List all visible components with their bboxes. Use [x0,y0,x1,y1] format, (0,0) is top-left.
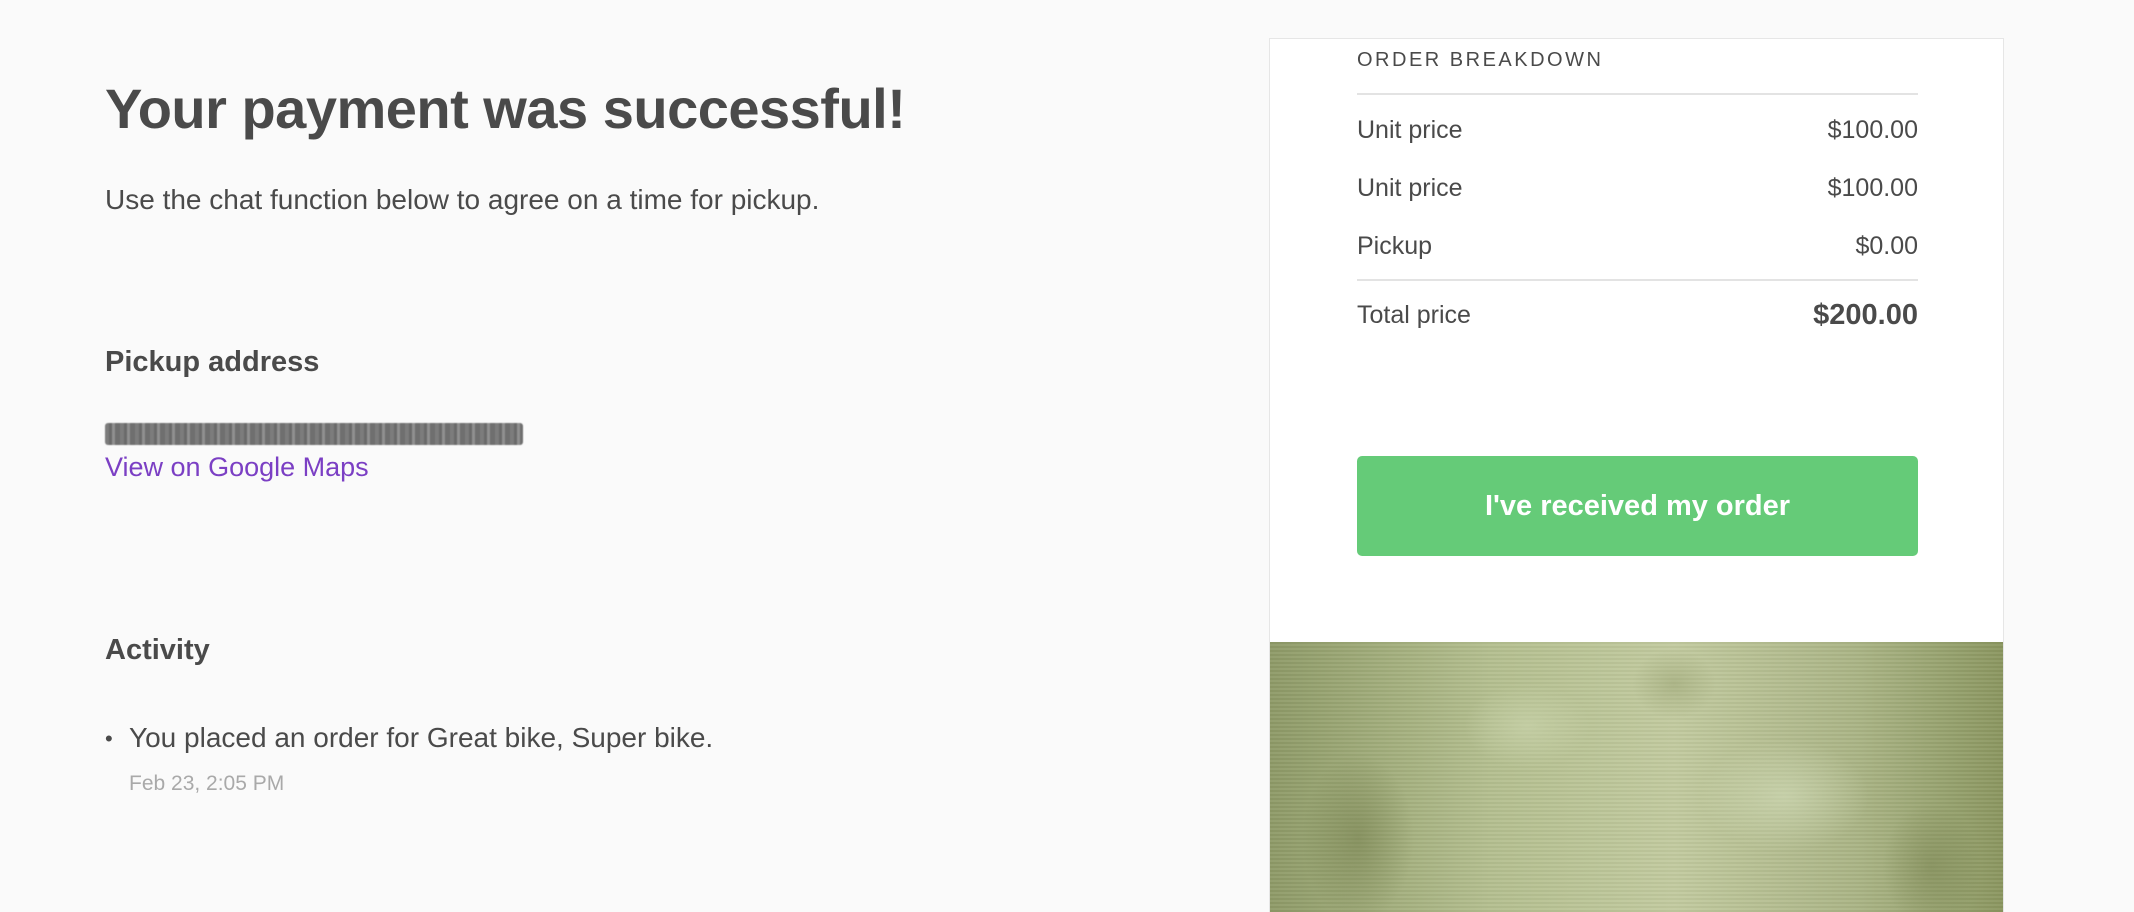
order-breakdown-title: ORDER BREAKDOWN [1357,39,1918,95]
total-row: Total price $200.00 [1357,281,1918,349]
line-item: Unit price $100.00 [1357,159,1918,217]
line-item: Pickup $0.00 [1357,217,1918,275]
received-order-button[interactable]: I've received my order [1357,456,1918,556]
page-title: Your payment was successful! [105,77,906,140]
activity-list: • You placed an order for Great bike, Su… [105,722,713,796]
pickup-address-redacted [105,423,523,445]
activity-item: • You placed an order for Great bike, Su… [105,722,713,796]
google-maps-link[interactable]: View on Google Maps [105,452,369,483]
total-label: Total price [1357,300,1471,329]
activity-heading: Activity [105,634,210,666]
line-item-value: $100.00 [1827,173,1918,202]
line-item-label: Unit price [1357,173,1463,202]
line-item-label: Unit price [1357,115,1463,144]
total-value: $200.00 [1813,298,1918,331]
page-subtitle: Use the chat function below to agree on … [105,184,820,215]
activity-timestamp: Feb 23, 2:05 PM [129,772,285,795]
bullet-icon: • [105,726,113,751]
page: Your payment was successful! Use the cha… [0,0,2134,912]
order-card: ORDER BREAKDOWN Unit price $100.00 Unit … [1269,38,2004,912]
line-item-value: $0.00 [1855,231,1918,260]
line-item-value: $100.00 [1827,115,1918,144]
line-item-label: Pickup [1357,231,1433,260]
order-breakdown: ORDER BREAKDOWN Unit price $100.00 Unit … [1357,39,1918,349]
line-item: Unit price $100.00 [1357,101,1918,159]
listing-image [1270,642,2003,912]
pickup-address-heading: Pickup address [105,346,320,378]
activity-text: You placed an order for Great bike, Supe… [129,722,714,753]
